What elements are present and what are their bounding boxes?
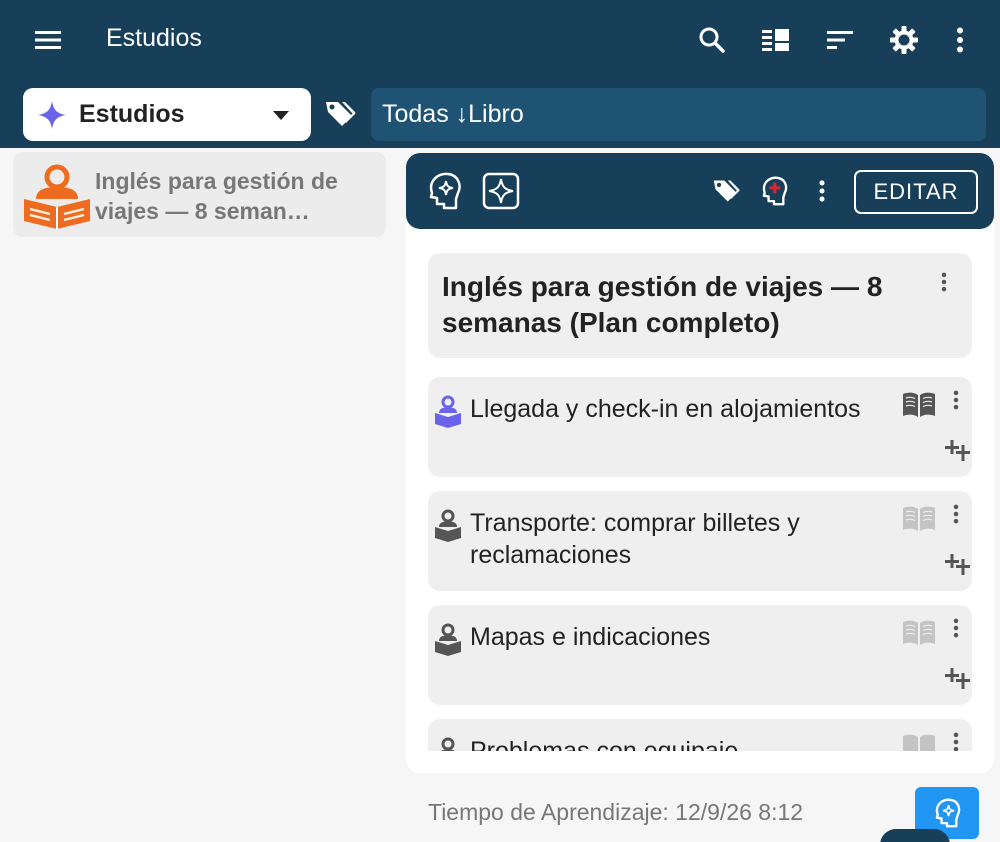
tags-icon[interactable] [324, 98, 356, 130]
book-icon[interactable] [902, 505, 936, 533]
brain-sparkle-icon [935, 798, 961, 828]
book-icon[interactable] [902, 733, 936, 751]
deck-list-item-name: Inglés para gestión de viajes — 8 seman… [95, 168, 338, 224]
detail-panel: EDITAR Inglés para gestión de viajes — 8… [406, 153, 994, 773]
list-item-label: Mapas e indicaciones [470, 623, 711, 651]
app-header: Estudios Estudios Todas ↓Libro [0, 0, 1000, 148]
menu-icon[interactable] [28, 20, 68, 60]
gear-icon[interactable] [884, 20, 924, 60]
search-icon[interactable] [692, 20, 732, 60]
study-person-icon [440, 737, 456, 751]
sort-icon[interactable] [820, 20, 860, 60]
kebab-icon[interactable] [946, 613, 966, 643]
deck-selector-label: Estudios [79, 100, 185, 128]
detail-toolbar: EDITAR [406, 153, 994, 229]
book-icon[interactable] [902, 619, 936, 647]
kebab-icon[interactable] [946, 727, 966, 751]
list-item[interactable]: Problemas con equipaje [428, 719, 972, 751]
sparkle-icon [38, 100, 66, 129]
app-title: Estudios [106, 24, 202, 52]
add-card-icon[interactable] [944, 551, 972, 577]
dropdown-arrow-icon [273, 111, 289, 120]
book-icon[interactable] [902, 391, 936, 419]
list-item-label: Llegada y check-in en alojamientos [470, 395, 861, 423]
kebab-icon[interactable] [940, 20, 980, 60]
kebab-icon[interactable] [802, 171, 842, 211]
list-item-label: Problemas con equipaje [470, 737, 739, 751]
plan-title: Inglés para gestión de viajes — 8 semana… [442, 271, 883, 338]
brain-sparkle-icon[interactable] [424, 171, 464, 211]
learning-time-status: Tiempo de Aprendizaje: 12/9/26 8:12 [428, 799, 804, 825]
study-person-icon [435, 395, 461, 428]
kebab-icon[interactable] [934, 267, 954, 297]
add-card-icon[interactable] [944, 437, 972, 463]
sparkle-box-icon[interactable] [481, 171, 521, 211]
study-person-icon [435, 509, 461, 542]
detail-list[interactable]: Inglés para gestión de viajes — 8 semana… [406, 229, 994, 751]
filter-query-field[interactable]: Todas ↓Libro [371, 88, 986, 141]
bottom-sheet-handle[interactable] [880, 829, 950, 842]
list-item-label: Transporte: comprar billetes y reclamaci… [470, 509, 800, 569]
plan-title-card[interactable]: Inglés para gestión de viajes — 8 semana… [428, 253, 972, 358]
tags-icon[interactable] [706, 171, 746, 211]
list-item[interactable]: Mapas e indicaciones [428, 605, 972, 705]
brain-add-icon[interactable] [754, 171, 794, 211]
card-browser-icon[interactable] [756, 20, 796, 60]
add-card-icon[interactable] [944, 665, 972, 691]
list-item[interactable]: Llegada y check-in en alojamientos [428, 377, 972, 477]
deck-list-item[interactable]: Inglés para gestión de viajes — 8 seman… [13, 152, 386, 237]
study-person-icon [24, 164, 90, 229]
study-person-icon [435, 623, 461, 656]
kebab-icon[interactable] [946, 499, 966, 529]
edit-button[interactable]: EDITAR [854, 170, 978, 214]
deck-selector[interactable]: Estudios [23, 88, 311, 141]
list-item[interactable]: Transporte: comprar billetes y reclamaci… [428, 491, 972, 591]
kebab-icon[interactable] [946, 385, 966, 415]
